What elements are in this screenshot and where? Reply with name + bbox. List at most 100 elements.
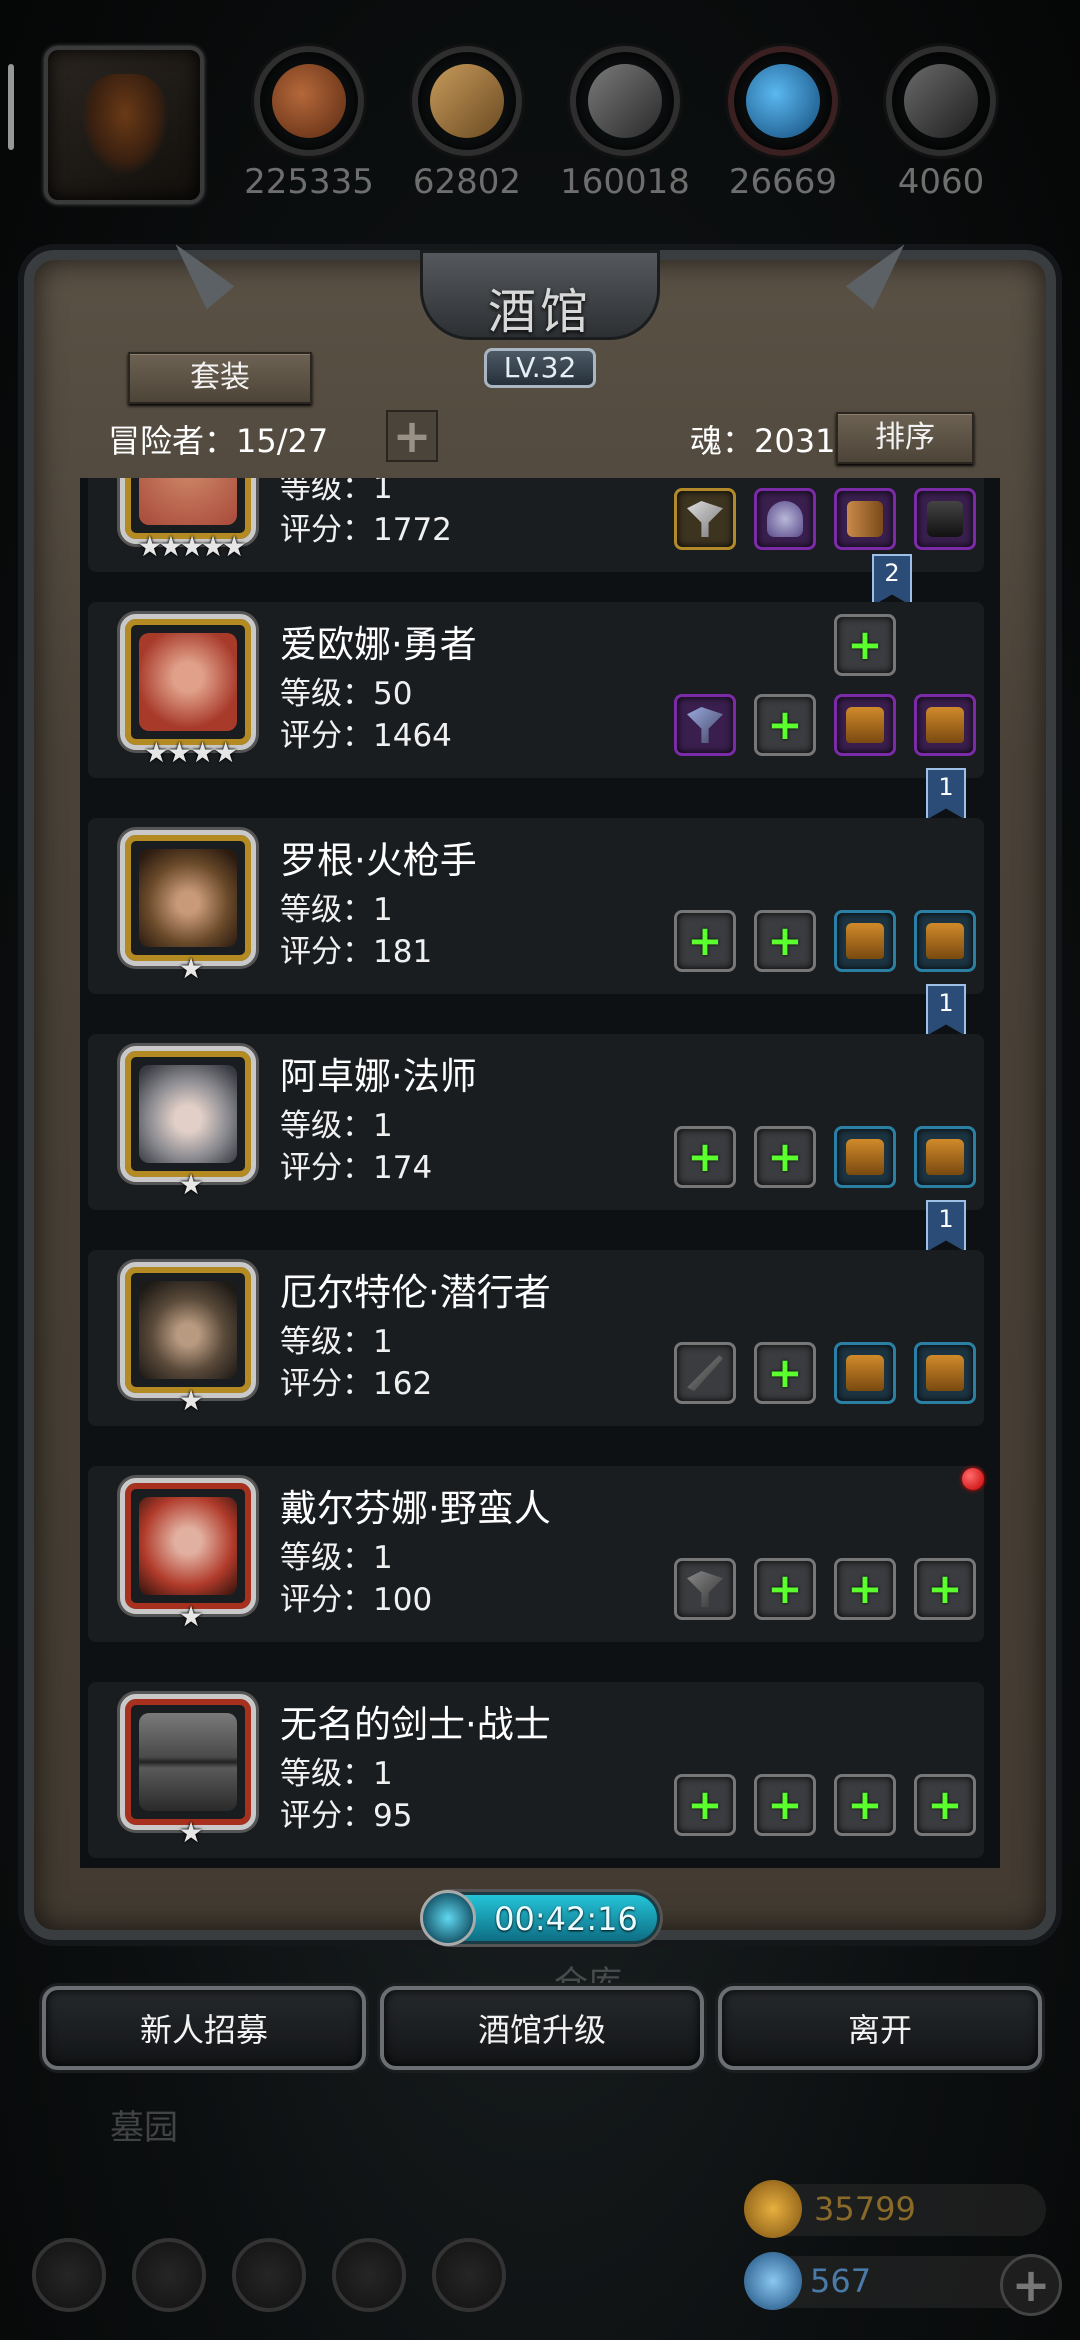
hooded-figure-icon (82, 74, 168, 174)
chest-slot[interactable] (834, 694, 896, 756)
gold-value: 35799 (814, 2190, 916, 2228)
hero-ribbon-badge: 1 (926, 1200, 966, 1252)
add-adventurer-button[interactable]: + (386, 410, 438, 462)
meat-value: 225335 (244, 162, 374, 202)
hero-stars: ★ (178, 1384, 203, 1417)
add-equipment-slot[interactable]: + (834, 614, 896, 676)
add-accessory-slot[interactable]: + (834, 1558, 896, 1620)
tavern-upgrade-button[interactable]: 酒馆升级 (380, 1986, 704, 2070)
add-armor-slot[interactable]: + (754, 1558, 816, 1620)
axe-weapon-slot[interactable] (674, 694, 736, 756)
hero-ribbon-badge: 1 (926, 984, 966, 1036)
hero-level: 等级：1 (280, 1756, 393, 1792)
chest-icon (926, 923, 964, 959)
add-icon: + (927, 1564, 963, 1613)
dagger-slot-empty[interactable] (674, 1342, 736, 1404)
wood-value: 62802 (412, 162, 522, 202)
hero-score: 评分：174 (280, 1150, 433, 1186)
hero-score: 评分：100 (280, 1582, 433, 1618)
leave-button[interactable]: 离开 (718, 1986, 1042, 2070)
hero-level: 等级：1 (280, 1540, 393, 1576)
emblem-icon[interactable] (132, 2238, 206, 2312)
hero-row[interactable]: ★ 戴尔芬娜·野蛮人 等级：1 评分：100 + + + (88, 1466, 984, 1642)
hero-row[interactable]: ★★★★ 爱欧娜·勇者 等级：50 评分：1464 + + (88, 602, 984, 778)
hero-level: 等级：1 (280, 1324, 393, 1360)
add-icon: + (687, 1780, 723, 1829)
add-accessory-slot[interactable]: + (914, 1558, 976, 1620)
chest-slot[interactable] (914, 1126, 976, 1188)
add-armor-slot[interactable]: + (754, 910, 816, 972)
add-icon: + (847, 1780, 883, 1829)
timer-text: 00:42:16 (494, 1900, 638, 1938)
recruit-button[interactable]: 新人招募 (42, 1986, 366, 2070)
shop-icon[interactable] (432, 2238, 506, 2312)
panel-title: 酒馆 (487, 284, 592, 340)
add-armor-slot[interactable]: + (754, 1126, 816, 1188)
add-icon: + (847, 1564, 883, 1613)
hero-level: 等级：1 (280, 478, 393, 506)
chest-icon (926, 1139, 964, 1175)
hero-row[interactable]: ★ 阿卓娜·法师 等级：1 评分：174 + + (88, 1034, 984, 1210)
add-armor-slot[interactable]: + (754, 1342, 816, 1404)
add-accessory-slot[interactable]: + (834, 1774, 896, 1836)
chest-slot[interactable] (834, 910, 896, 972)
wood-resource-icon (412, 46, 522, 156)
stone-resource-icon (570, 46, 680, 156)
add-weapon-slot[interactable]: + (674, 910, 736, 972)
axe-weapon-slot[interactable] (674, 488, 736, 550)
add-currency-button[interactable]: + (1000, 2254, 1062, 2316)
hero-name: 阿卓娜·法师 (280, 1055, 477, 1098)
chest-icon (926, 1355, 964, 1391)
sort-button[interactable]: 排序 (836, 412, 974, 464)
add-icon: + (927, 1780, 963, 1829)
axe-slot-empty[interactable] (674, 1558, 736, 1620)
hero-avatar-slot[interactable] (44, 46, 204, 204)
add-weapon-slot[interactable]: + (674, 1774, 736, 1836)
hero-stars: ★★★★★ (137, 530, 247, 563)
add-armor-slot[interactable]: + (754, 694, 816, 756)
hero-portrait (120, 614, 256, 750)
castle-icon[interactable] (232, 2238, 306, 2312)
leg-armor-slot[interactable] (914, 488, 976, 550)
chest-slot[interactable] (914, 1342, 976, 1404)
hero-name: 厄尔特伦·潜行者 (280, 1271, 551, 1314)
chest-icon (846, 1355, 884, 1391)
plus-icon: + (392, 409, 432, 463)
plank-armor-slot[interactable] (834, 488, 896, 550)
axe-icon (687, 1571, 723, 1607)
chest-slot[interactable] (834, 1342, 896, 1404)
gem-value: 567 (810, 2262, 872, 2300)
helmet-slot[interactable] (754, 488, 816, 550)
settings-icon[interactable] (32, 2238, 106, 2312)
hero-list[interactable]: ★★★★★ 等级：1 评分：1772 2 ★★★★ 爱欧娜·勇者 等级：50 评… (80, 478, 1000, 1868)
hero-row[interactable]: ★ 罗根·火枪手 等级：1 评分：181 + + (88, 818, 984, 994)
hero-portrait (120, 1262, 256, 1398)
chest-slot[interactable] (834, 1126, 896, 1188)
add-icon: + (767, 1348, 803, 1397)
add-weapon-slot[interactable]: + (674, 1126, 736, 1188)
add-icon: + (687, 916, 723, 965)
hero-row[interactable]: ★★★★★ 等级：1 评分：1772 (88, 478, 984, 572)
hero-stars: ★ (178, 1168, 203, 1201)
chest-slot[interactable] (914, 694, 976, 756)
chest-slot[interactable] (914, 910, 976, 972)
set-button[interactable]: 套装 (128, 352, 312, 404)
hero-name: 罗根·火枪手 (280, 839, 477, 882)
hero-level: 等级：1 (280, 892, 393, 928)
hero-portrait (120, 1694, 256, 1830)
hero-stars: ★ (178, 1816, 203, 1849)
hero-row[interactable]: ★ 厄尔特伦·潜行者 等级：1 评分：162 + (88, 1250, 984, 1426)
hero-portrait (120, 830, 256, 966)
add-icon: + (767, 1564, 803, 1613)
hero-level: 等级：50 (280, 676, 413, 712)
hero-row[interactable]: ★ 无名的剑士·战士 等级：1 评分：95 + + + + (88, 1682, 984, 1858)
add-armor-slot[interactable]: + (754, 1774, 816, 1836)
add-accessory-slot[interactable]: + (914, 1774, 976, 1836)
mail-icon[interactable] (332, 2238, 406, 2312)
add-icon: + (767, 700, 803, 749)
crystal-value: 26669 (728, 162, 838, 202)
meat-resource-icon (254, 46, 364, 156)
gem-icon (744, 2252, 802, 2310)
chest-icon (926, 707, 964, 743)
hero-level: 等级：1 (280, 1108, 393, 1144)
